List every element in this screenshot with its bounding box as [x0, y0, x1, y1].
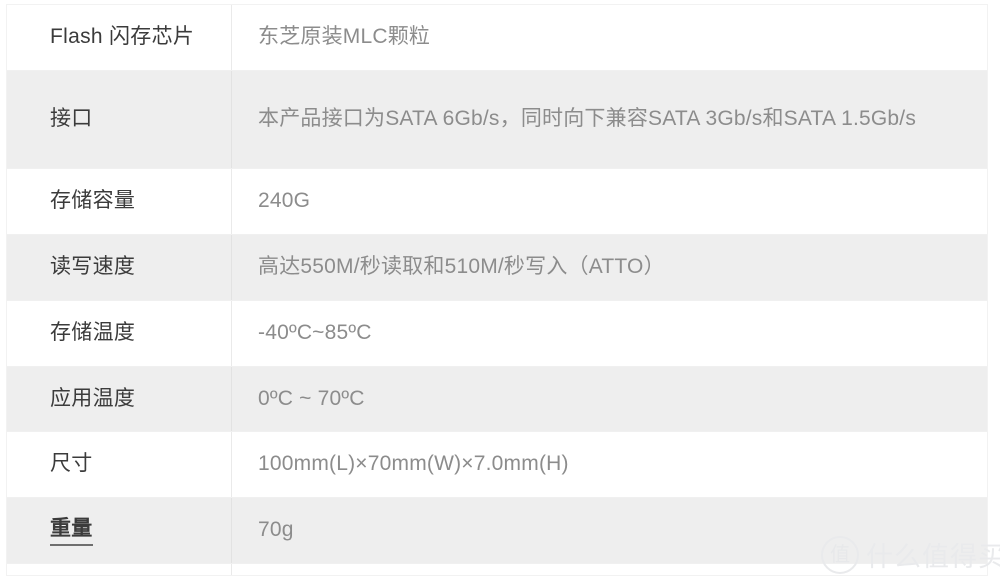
- table-row: Flash 闪存芯片 东芝原装MLC颗粒: [7, 5, 987, 71]
- table-row: 质保时间 3年换新: [7, 564, 987, 575]
- row-label: 读写速度: [50, 255, 136, 279]
- row-label-cell: Flash 闪存芯片: [7, 5, 232, 70]
- row-label: 尺寸: [50, 452, 93, 476]
- row-label-cell: 质保时间: [7, 564, 232, 575]
- row-value-cell: 3年换新: [232, 564, 987, 575]
- row-value-cell: 本产品接口为SATA 6Gb/s，同时向下兼容SATA 3Gb/s和SATA 1…: [232, 71, 987, 168]
- row-label: 接口: [50, 107, 93, 131]
- row-label-cell: 存储温度: [7, 301, 232, 366]
- row-value-cell: 0ºC ~ 70ºC: [232, 367, 987, 431]
- row-label: 存储容量: [50, 189, 136, 213]
- table-row: 尺寸 100mm(L)×70mm(W)×7.0mm(H): [7, 432, 987, 498]
- table-row: 应用温度 0ºC ~ 70ºC: [7, 367, 987, 432]
- row-value-cell: -40ºC~85ºC: [232, 301, 987, 366]
- row-label: 存储温度: [50, 321, 136, 345]
- row-value: 240G: [258, 189, 311, 213]
- table-row: 存储容量 240G: [7, 169, 987, 235]
- row-value-cell: 高达550M/秒读取和510M/秒写入（ATTO）: [232, 235, 987, 300]
- row-label-cell: 读写速度: [7, 235, 232, 300]
- row-value-cell: 70g: [232, 498, 987, 563]
- row-label: 应用温度: [50, 386, 136, 410]
- table-row: 读写速度 高达550M/秒读取和510M/秒写入（ATTO）: [7, 235, 987, 301]
- row-value: 高达550M/秒读取和510M/秒写入（ATTO）: [258, 255, 665, 279]
- row-label-cell: 存储容量: [7, 169, 232, 234]
- table-row: 接口 本产品接口为SATA 6Gb/s，同时向下兼容SATA 3Gb/s和SAT…: [7, 71, 987, 169]
- row-label: 重量: [50, 515, 93, 547]
- row-value-cell: 240G: [232, 169, 987, 234]
- row-label-cell: 接口: [7, 71, 232, 168]
- table-row: 重量 70g: [7, 498, 987, 564]
- table-row: 存储温度 -40ºC~85ºC: [7, 301, 987, 367]
- row-value: 100mm(L)×70mm(W)×7.0mm(H): [258, 452, 569, 476]
- row-label: Flash 闪存芯片: [50, 25, 195, 49]
- row-value: 本产品接口为SATA 6Gb/s，同时向下兼容SATA 3Gb/s和SATA 1…: [258, 107, 917, 131]
- row-value-cell: 东芝原装MLC颗粒: [232, 5, 987, 70]
- row-value: -40ºC~85ºC: [258, 321, 372, 345]
- row-value-cell: 100mm(L)×70mm(W)×7.0mm(H): [232, 432, 987, 497]
- row-value: 东芝原装MLC颗粒: [258, 25, 431, 49]
- row-value: 70g: [258, 518, 294, 542]
- row-label-cell: 尺寸: [7, 432, 232, 497]
- spec-table: Flash 闪存芯片 东芝原装MLC颗粒 接口 本产品接口为SATA 6Gb/s…: [6, 4, 988, 576]
- row-label-cell: 应用温度: [7, 367, 232, 431]
- row-label-cell: 重量: [7, 498, 232, 563]
- row-value: 0ºC ~ 70ºC: [258, 386, 365, 410]
